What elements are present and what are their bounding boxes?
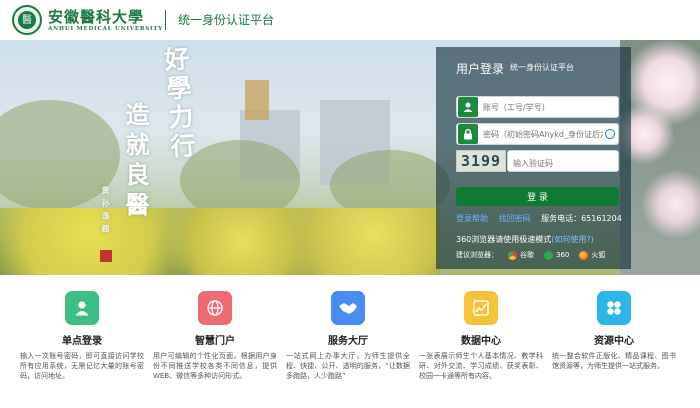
recommended-browsers: 建议浏览器： 谷歌 360 火狐	[456, 250, 605, 260]
username-field[interactable]	[456, 96, 619, 118]
feature-description: 一站式网上办事大厅，为师生提供全程、快捷、公开、透明的服务，“让数据多跑路，人少…	[286, 352, 410, 380]
firefox-icon	[579, 250, 589, 260]
browser-tip: 360浏览器请使用极速模式(如何使用?)	[456, 234, 594, 245]
feature-description: 输入一次账号密码，即可直接访问学校所有应用系统，无需记忆大量的账号密码，访问地址…	[20, 352, 144, 380]
feature-smart-portal[interactable]: 智慧门户 用户可编辑的个性化页面，根据用户身份不同推送学校各类不同信息，提供WE…	[151, 285, 279, 381]
feature-title: 服务大厅	[328, 336, 368, 347]
user-icon	[65, 291, 99, 325]
service-phone: 服务电话：65161204	[541, 214, 622, 223]
header-divider	[165, 10, 166, 30]
site-header: 醫 安徽醫科大學 ANHUI MEDICAL UNIVERSITY 统一身份认证…	[0, 0, 700, 40]
password-field[interactable]	[456, 123, 619, 145]
login-button[interactable]: 登 录	[456, 187, 619, 206]
username-input[interactable]	[483, 102, 615, 112]
feature-data-center[interactable]: 数据中心 一张表展示师生个人基本情况、教学科研、对外交流、学习成绩、获奖表彰、校…	[417, 285, 545, 381]
recommend-label: 建议浏览器：	[456, 251, 498, 259]
university-emblem-icon[interactable]: 醫	[12, 5, 42, 35]
calligraphy-signature: 黄 孙 逸 题	[101, 186, 111, 234]
features-section: 单点登录 输入一次账号密码，即可直接访问学校所有应用系统，无需记忆大量的账号密码…	[0, 285, 700, 408]
chrome-icon	[508, 250, 517, 260]
firefox-browser[interactable]: 火狐	[579, 250, 605, 260]
flower-icon	[597, 291, 631, 325]
browser-tip-text: 360浏览器请使用极速模式	[456, 235, 552, 244]
password-input[interactable]	[483, 129, 603, 139]
chrome-browser[interactable]: 谷歌	[508, 250, 534, 260]
calligraphy-motto: 好學力行	[159, 45, 198, 163]
handshake-icon	[331, 291, 365, 325]
feature-title: 单点登录	[62, 336, 102, 347]
feature-resource-center[interactable]: 资源中心 统一整合软件正版化、精品课程、图书馆资源等，为师生提供一站式服务。	[550, 285, 678, 371]
feature-title: 智慧门户	[195, 336, 235, 347]
login-help-link[interactable]: 登录帮助	[456, 214, 488, 223]
university-name-en: ANHUI MEDICAL UNIVERSITY	[48, 26, 164, 32]
feature-description: 统一整合软件正版化、精品课程、图书馆资源等，为师生提供一站式服务。	[552, 352, 676, 370]
login-title: 用户登录	[456, 62, 505, 76]
how-to-use-link[interactable]: (如何使用?)	[551, 235, 594, 244]
captcha-input[interactable]	[508, 153, 618, 174]
feature-description: 一张表展示师生个人基本情况、教学科研、对外交流、学习成绩、获奖表彰、校园一卡通等…	[419, 352, 543, 380]
feature-title: 数据中心	[461, 336, 501, 347]
feature-single-sign-on[interactable]: 单点登录 输入一次账号密码，即可直接访问学校所有应用系统，无需记忆大量的账号密码…	[18, 285, 146, 381]
platform-title: 统一身份认证平台	[178, 13, 275, 27]
user-icon	[458, 97, 478, 117]
360-browser[interactable]: 360	[544, 250, 569, 260]
login-subtitle: 统一身份认证平台	[510, 63, 574, 72]
globe-icon	[198, 291, 232, 325]
seal-stamp	[100, 250, 112, 262]
feature-service-hall[interactable]: 服务大厅 一站式网上办事大厅，为师生提供全程、快捷、公开、透明的服务，“让数据多…	[284, 285, 412, 381]
show-password-icon[interactable]	[605, 129, 615, 139]
flower-field	[0, 208, 440, 275]
chart-icon	[464, 291, 498, 325]
login-links: 登录帮助 找回密码 服务电话：65161204	[456, 213, 622, 224]
360-browser-icon	[544, 250, 553, 260]
retrieve-password-link[interactable]: 找回密码	[499, 214, 531, 223]
login-panel: 用户登录 统一身份认证平台 3199 登 录 登录帮助 找回密码 服务电话：65…	[436, 47, 631, 269]
captcha-field[interactable]	[507, 150, 619, 174]
cherry-blossom-tree	[620, 40, 700, 275]
captcha-image[interactable]: 3199	[456, 150, 506, 172]
lock-icon	[458, 124, 478, 144]
calligraphy-motto-second: 造就良醫	[121, 102, 150, 222]
feature-title: 资源中心	[594, 336, 634, 347]
feature-description: 用户可编辑的个性化页面，根据用户身份不同推送学校各类不同信息，提供WEB、微信等…	[153, 352, 277, 380]
university-name-cn[interactable]: 安徽醫科大學	[48, 6, 144, 27]
